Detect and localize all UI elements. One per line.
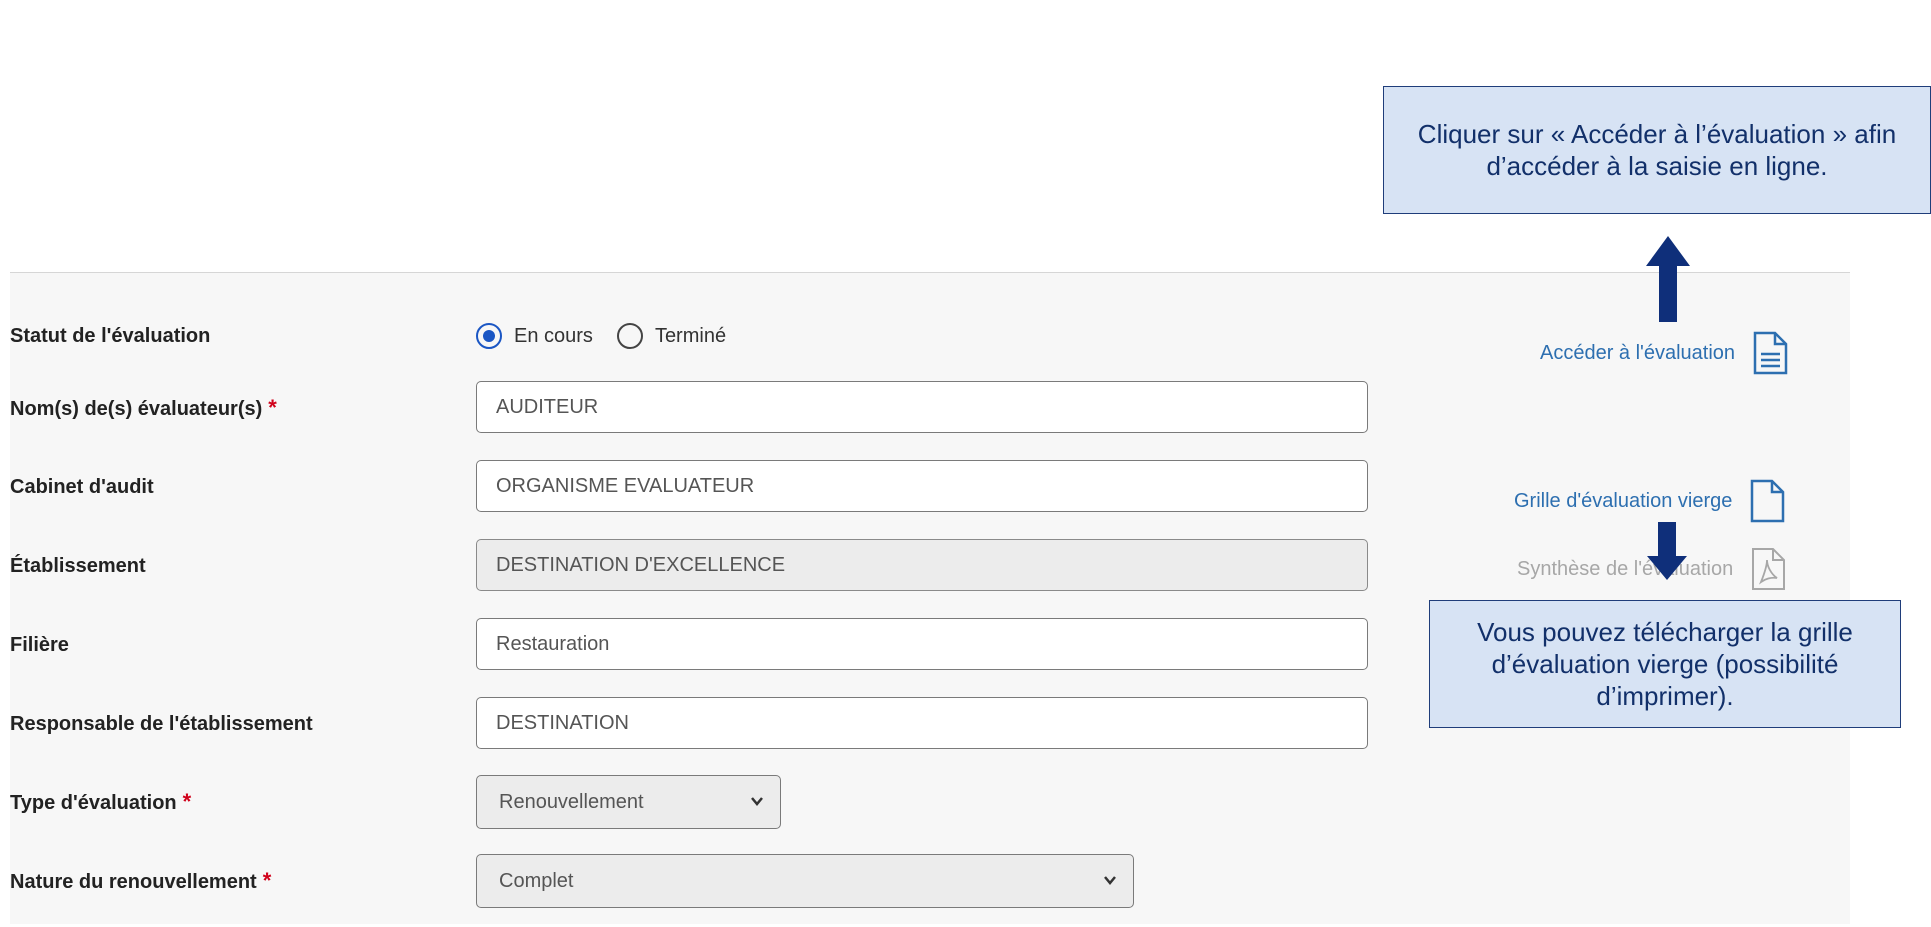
statut-radio-group: En cours Terminé: [476, 309, 750, 363]
nature-renouvellement-select[interactable]: Complet: [476, 854, 1134, 908]
chevron-down-icon: [1103, 855, 1117, 927]
required-asterisk: *: [182, 789, 192, 814]
responsable-row: Responsable de l'établissement DESTINATI…: [10, 697, 1410, 751]
arrow-up-icon: [1646, 236, 1690, 322]
filiere-input[interactable]: Restauration: [476, 618, 1368, 670]
filiere-row: Filière Restauration: [10, 618, 1410, 672]
cabinet-input[interactable]: ORGANISME EVALUATEUR: [476, 460, 1368, 512]
required-asterisk: *: [268, 395, 277, 420]
chevron-down-icon: [750, 776, 764, 848]
etablissement-row: Établissement DESTINATION D'EXCELLENCE: [10, 539, 1410, 593]
type-evaluation-row: Type d'évaluation * Renouvellement: [10, 775, 1410, 829]
callout-acceder: Cliquer sur « Accéder à l’évaluation » a…: [1383, 86, 1931, 214]
cabinet-row: Cabinet d'audit ORGANISME EVALUATEUR: [10, 460, 1410, 514]
evaluateurs-row: Nom(s) de(s) évaluateur(s) * AUDITEUR: [10, 381, 1410, 435]
grille-evaluation-link[interactable]: Grille d'évaluation vierge: [1514, 478, 1786, 524]
callout-grille: Vous pouvez télécharger la grille d’éval…: [1429, 600, 1901, 728]
nature-renouvellement-value: Complet: [499, 870, 574, 892]
nature-renouvellement-row: Nature du renouvellement * Complet: [10, 854, 1410, 908]
document-lines-icon: [1753, 331, 1788, 375]
radio-en-cours-label[interactable]: En cours: [514, 325, 593, 348]
required-asterisk: *: [262, 868, 272, 893]
pdf-icon: [1752, 548, 1786, 590]
radio-en-cours[interactable]: [476, 323, 502, 349]
radio-termine-label[interactable]: Terminé: [655, 325, 726, 348]
acceder-evaluation-link[interactable]: Accéder à l'évaluation: [1540, 330, 1789, 376]
radio-termine[interactable]: [616, 323, 643, 349]
blank-document-icon: [1751, 479, 1785, 523]
arrow-down-icon: [1647, 522, 1687, 580]
type-evaluation-value: Renouvellement: [499, 791, 644, 813]
type-evaluation-select[interactable]: Renouvellement: [476, 775, 781, 829]
etablissement-input: DESTINATION D'EXCELLENCE: [476, 539, 1368, 591]
responsable-input[interactable]: DESTINATION: [476, 697, 1368, 749]
statut-row: Statut de l'évaluation En cours Terminé: [10, 309, 1410, 363]
evaluateurs-input[interactable]: AUDITEUR: [476, 381, 1368, 433]
